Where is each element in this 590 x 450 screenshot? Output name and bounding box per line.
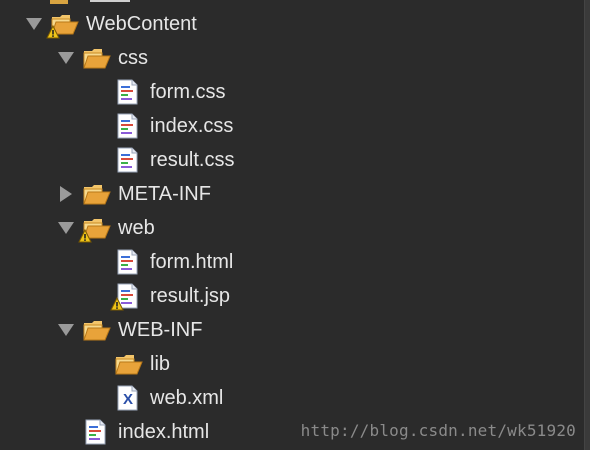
watermark-text: http://blog.csdn.net/wk51920 (300, 421, 576, 440)
tree-row-form-html[interactable]: form.html (86, 247, 233, 277)
collapsed-twisty-icon[interactable] (54, 182, 78, 206)
css-file-icon (114, 113, 144, 139)
tree-row-label: result.jsp (150, 285, 231, 307)
svg-text:X: X (123, 391, 133, 408)
tree-row-label: form.css (150, 81, 226, 103)
tree-row-css[interactable]: css (54, 43, 148, 73)
tree-row-label: web.xml (150, 387, 224, 409)
tree-row-label: web (118, 217, 155, 239)
tree-row-label: lib (150, 353, 171, 375)
css-file-icon (114, 147, 144, 173)
tree-row-label: WebContent (86, 13, 197, 35)
scrollbar-track[interactable] (584, 0, 590, 450)
tree-row-webcontent[interactable]: WebContent (22, 9, 197, 39)
jsp-file-icon (110, 283, 144, 311)
top-partial-label (90, 0, 130, 2)
tree-row-web-inf[interactable]: WEB-INF (54, 315, 202, 345)
expanded-twisty-icon[interactable] (54, 46, 78, 70)
tree-row-form-css[interactable]: form.css (86, 77, 226, 107)
tree-row-label: WEB-INF (118, 319, 203, 341)
tree-row-label: result.css (150, 149, 235, 171)
tree-row-label: css (118, 47, 148, 69)
html-file-icon (82, 419, 112, 445)
tree-row-label: form.html (150, 251, 234, 273)
tree-row-label: META-INF (118, 183, 211, 205)
tree-row-web[interactable]: web (54, 213, 155, 243)
expanded-twisty-icon[interactable] (54, 318, 78, 342)
expanded-twisty-icon[interactable] (22, 12, 46, 36)
tree-row-index-css[interactable]: index.css (86, 111, 233, 141)
tree-row-lib[interactable]: lib (86, 349, 170, 379)
expanded-twisty-icon[interactable] (54, 216, 78, 240)
project-explorer-tree: WebContent css form.css index.css result.css… (0, 0, 585, 450)
open-folder-icon (82, 317, 112, 343)
tree-row-meta-inf[interactable]: META-INF (54, 179, 211, 209)
xml-file-icon: X (114, 385, 144, 411)
tree-row-result-css[interactable]: result.css (86, 145, 234, 175)
tree-row-label: index.css (150, 115, 234, 137)
html-file-icon (114, 249, 144, 275)
tree-row-index-html[interactable]: index.html (54, 417, 209, 447)
tree-row-label: index.html (118, 421, 210, 443)
tree-row-result-jsp[interactable]: result.jsp (86, 281, 230, 311)
css-file-icon (114, 79, 144, 105)
tree-row-web-xml[interactable]: Xweb.xml (86, 383, 223, 413)
open-folder-icon (46, 11, 80, 39)
top-partial-icon (50, 0, 68, 4)
open-folder-icon (114, 351, 144, 377)
closed-folder-icon (82, 181, 112, 207)
open-folder-icon (82, 45, 112, 71)
open-folder-icon (78, 215, 112, 243)
